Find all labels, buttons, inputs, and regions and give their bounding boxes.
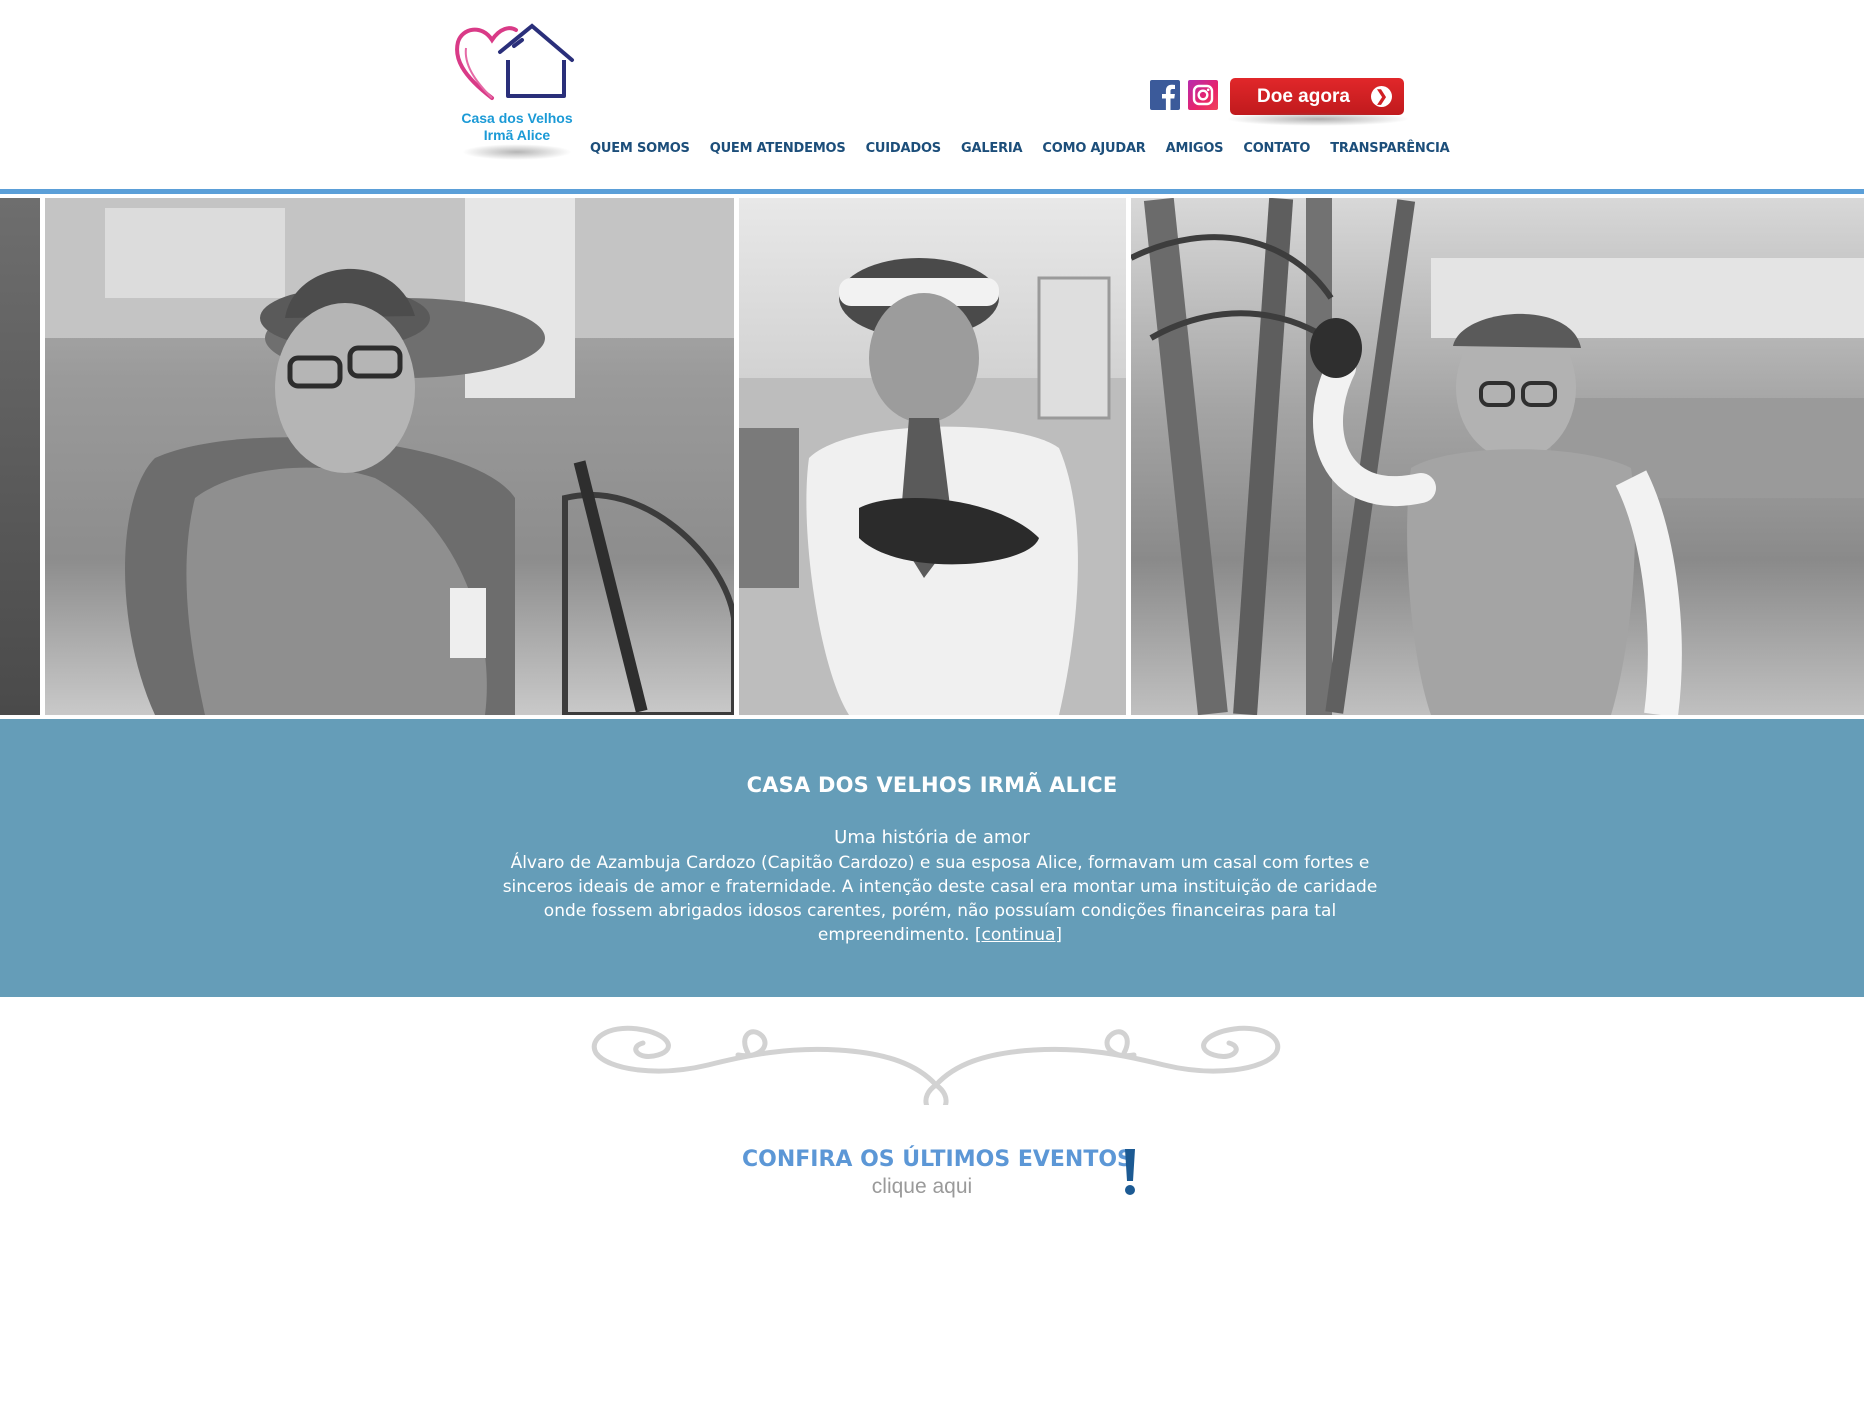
intro-body: Álvaro de Azambuja Cardozo (Capitão Card… (500, 851, 1380, 947)
logo-text-line-2: Irmã Alice (483, 127, 551, 143)
donate-button[interactable]: Doe agora ❯ (1230, 78, 1404, 115)
nav-item-contato[interactable]: CONTATO (1233, 141, 1320, 159)
photo-elderly-man-with-ukulele[interactable] (739, 198, 1126, 715)
nav-item-transparencia[interactable]: TRANSPARÊNCIA (1320, 141, 1459, 159)
nav-item-como-ajudar[interactable]: COMO AJUDAR (1032, 141, 1155, 159)
events-title: CONFIRA OS ÚLTIMOS EVENTOS (742, 1147, 1133, 1172)
photo-elderly-man-with-hat-and-cane[interactable] (45, 198, 734, 715)
intro-body-text: Álvaro de Azambuja Cardozo (Capitão Card… (502, 853, 1378, 945)
heart-house-logo-icon (455, 23, 574, 100)
arrow-right-circle-icon: ❯ (1371, 86, 1392, 107)
site-logo[interactable]: Casa dos Velhos Irmã Alice (452, 20, 582, 168)
intro-title: CASA DOS VELHOS IRMÃ ALICE (746, 773, 1118, 797)
site-header: Casa dos Velhos Irmã Alice Doe agora ❯ Q… (0, 0, 1864, 194)
nav-item-quem-somos[interactable]: QUEM SOMOS (580, 141, 700, 159)
donate-button-shadow (1226, 112, 1410, 126)
decorative-flourish-divider (591, 1025, 1281, 1105)
latest-events-link[interactable]: CONFIRA OS ÚLTIMOS EVENTOS clique aqui (732, 1137, 1152, 1207)
nav-item-galeria[interactable]: GALERIA (951, 141, 1032, 159)
exclamation-icon (1125, 1149, 1135, 1195)
donate-label: Doe agora (1257, 86, 1350, 107)
nav-item-amigos[interactable]: AMIGOS (1156, 141, 1234, 159)
photo-elderly-man-waving-under-palms[interactable] (1131, 198, 1864, 715)
intro-subtitle: Uma história de amor (834, 827, 1030, 848)
intro-section: CASA DOS VELHOS IRMÃ ALICE Uma história … (0, 719, 1864, 997)
logo-text-line-1: Casa dos Velhos (461, 110, 573, 126)
events-click-here: clique aqui (871, 1175, 973, 1198)
nav-item-quem-atendemos[interactable]: QUEM ATENDEMOS (700, 141, 856, 159)
nav-item-cuidados[interactable]: CUIDADOS (856, 141, 951, 159)
main-nav: QUEM SOMOS QUEM ATENDEMOS CUIDADOS GALER… (580, 141, 1459, 159)
logo-shadow (462, 144, 572, 160)
continue-reading-link[interactable]: [continua] (975, 925, 1062, 945)
photo-gallery-strip (0, 198, 1864, 715)
header-divider (0, 189, 1864, 194)
facebook-icon[interactable] (1150, 80, 1180, 110)
instagram-icon[interactable] (1188, 80, 1218, 110)
photo-partial-edge[interactable] (0, 198, 40, 715)
